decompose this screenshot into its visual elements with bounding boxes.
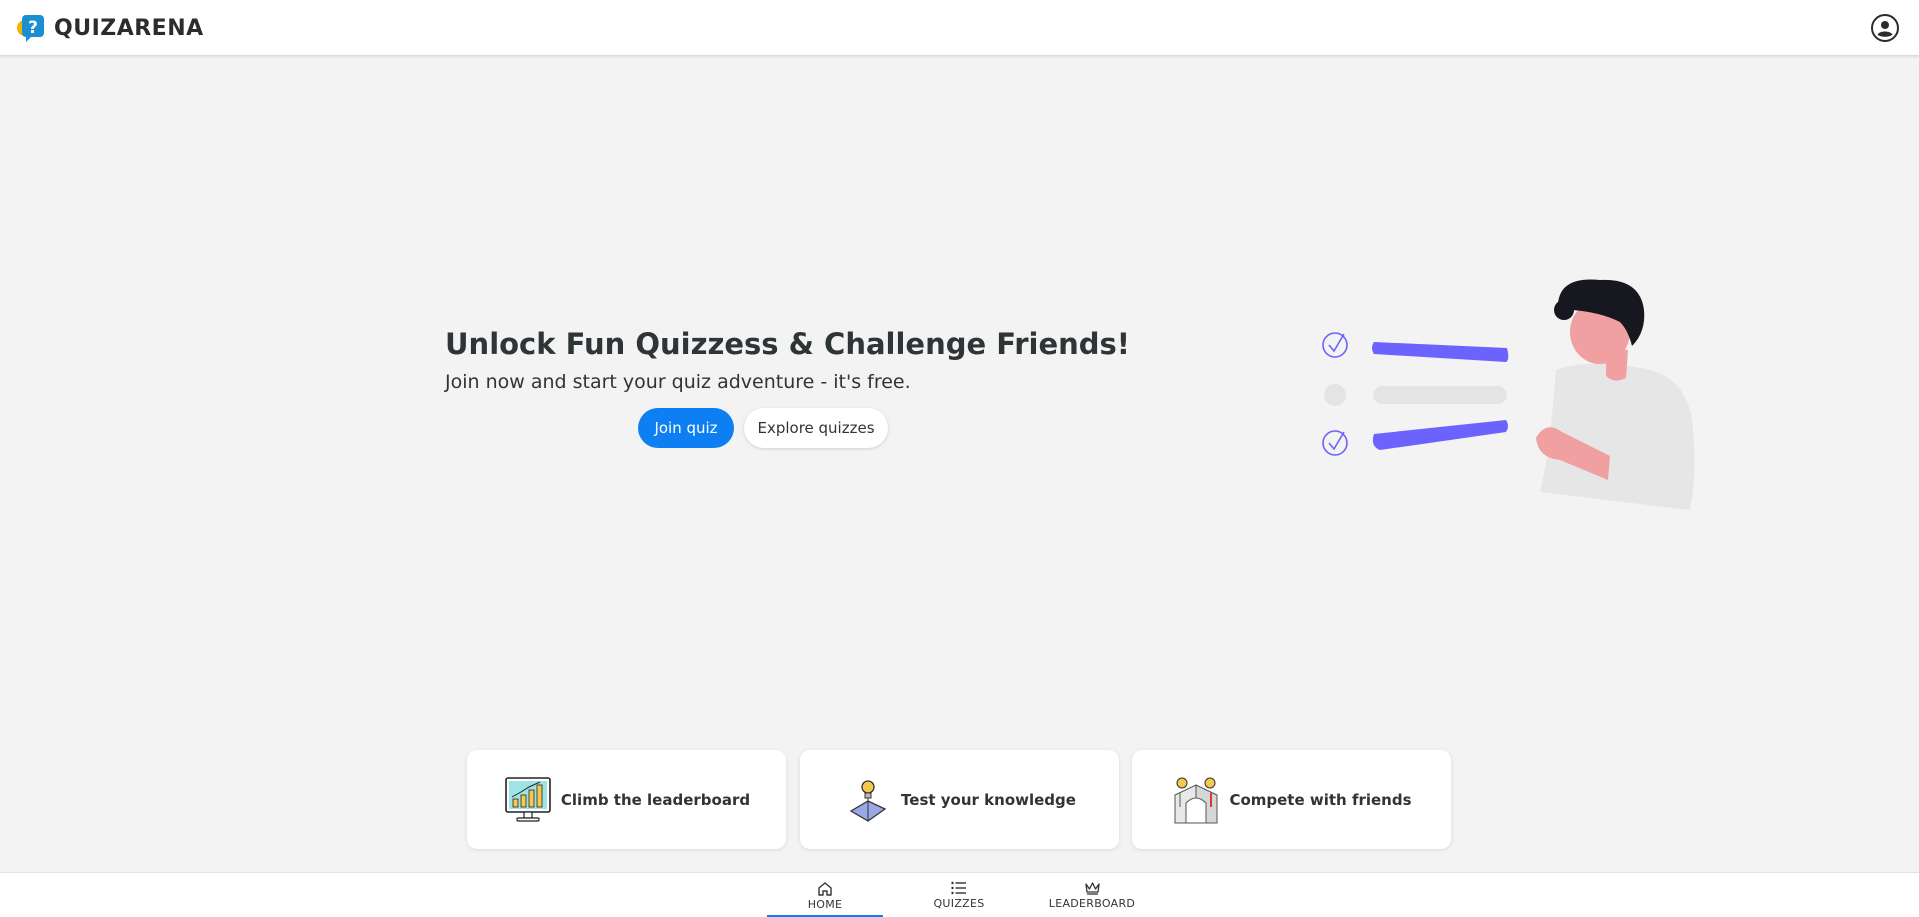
feature-label: Compete with friends [1229, 790, 1412, 809]
bottom-navigation: HOME QUIZZES LEADERBOARD [0, 872, 1919, 917]
question-mark-speech-bubble-icon: ? [17, 15, 44, 42]
home-icon [818, 881, 832, 896]
user-account-icon [1875, 18, 1895, 38]
nav-item-home[interactable]: HOME [767, 873, 883, 917]
feature-label: Test your knowledge [901, 790, 1076, 809]
checklist-bar-2 [1373, 386, 1507, 404]
checklist-bar-3 [1372, 420, 1508, 450]
leaderboard-monitor-icon [505, 776, 551, 822]
list-icon [951, 881, 966, 895]
nav-item-leaderboard[interactable]: LEADERBOARD [1034, 873, 1150, 917]
brand[interactable]: ? QUIZARENA [16, 13, 204, 43]
feature-card-compete: Compete with friends [1132, 750, 1451, 849]
check-circle-icon [1322, 332, 1348, 358]
svg-text:?: ? [28, 18, 38, 38]
lightbulb-book-icon [849, 779, 887, 822]
hero-subtitle: Join now and start your quiz adventure -… [445, 371, 911, 393]
check-circle-icon [1322, 430, 1348, 456]
nav-item-quizzes[interactable]: QUIZZES [901, 873, 1017, 917]
top-app-bar: ? QUIZARENA [0, 0, 1919, 56]
empty-circle [1324, 384, 1346, 406]
feature-card-knowledge: Test your knowledge [800, 750, 1119, 849]
crown-icon [1084, 882, 1100, 895]
feature-label: Climb the leaderboard [560, 790, 751, 809]
person-checklist-illustration [1322, 279, 1695, 510]
nav-label-home: HOME [807, 897, 843, 911]
join-quiz-button[interactable]: Join quiz [638, 408, 734, 448]
brand-name: QUIZARENA [54, 15, 204, 41]
explore-quizzes-button[interactable]: Explore quizzes [744, 408, 888, 448]
user-account-button[interactable] [1871, 14, 1899, 42]
nav-label-quizzes: QUIZZES [933, 897, 985, 910]
people-compete-icon [1174, 777, 1218, 823]
feature-card-leaderboard: Climb the leaderboard [467, 750, 786, 849]
hero-title: Unlock Fun Quizzess & Challenge Friends! [445, 327, 1131, 361]
hero-section: Unlock Fun Quizzess & Challenge Friends!… [445, 325, 1131, 395]
checklist-bar-1 [1372, 342, 1509, 362]
nav-label-leaderboard: LEADERBOARD [1048, 897, 1136, 910]
